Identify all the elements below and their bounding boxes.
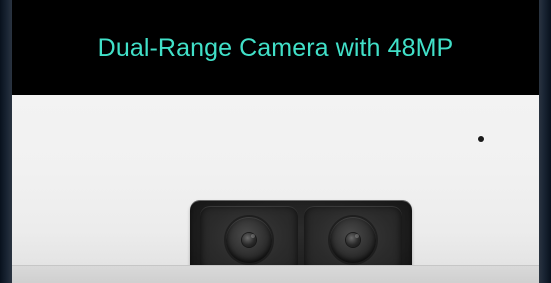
- camera-lens-left-icon: [226, 216, 272, 263]
- headline-band: Dual-Range Camera with 48MP: [12, 0, 539, 95]
- device-top-bezel: [12, 95, 539, 279]
- camera-window-right: [304, 206, 402, 273]
- left-bezel: [0, 0, 12, 283]
- camera-lens-right-icon: [330, 216, 376, 263]
- image-frame: Dual-Range Camera with 48MP: [0, 0, 551, 283]
- right-bezel: [539, 0, 551, 283]
- sensor-dot-icon: [478, 136, 484, 142]
- headline-text: Dual-Range Camera with 48MP: [97, 34, 454, 62]
- device-lower-strip: [12, 265, 539, 283]
- lens-highlight: [354, 233, 359, 238]
- lens-highlight: [250, 233, 255, 238]
- camera-window-left: [200, 206, 298, 273]
